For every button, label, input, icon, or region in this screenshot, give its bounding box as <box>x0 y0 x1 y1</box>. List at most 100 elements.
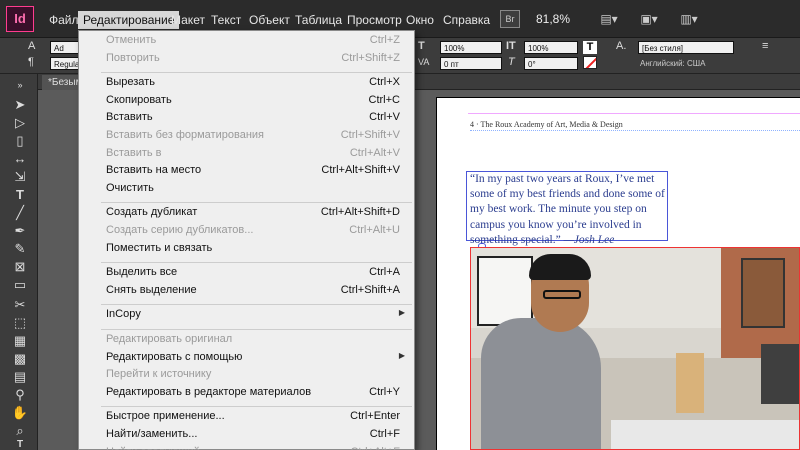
menu-item-label: Перейти к источнику <box>106 368 212 381</box>
menu-type[interactable]: Текст <box>206 11 246 29</box>
menu-item-label: Редактировать с помощью <box>106 350 243 363</box>
edit-menu-item[interactable]: Вырезать Ctrl+X <box>79 75 414 92</box>
edit-menu-item: Отменить Ctrl+Z <box>79 33 414 50</box>
menu-separator <box>101 329 412 330</box>
menu-item-label: Найти/заменить... <box>106 428 198 440</box>
paragraph-style-icon: A. <box>616 40 627 52</box>
photo-desk <box>611 420 799 449</box>
rectangle-frame-icon[interactable]: ⊠ <box>10 258 30 276</box>
edit-menu-item: Редактировать оригинал <box>79 332 414 349</box>
menu-table[interactable]: Таблица <box>290 11 347 29</box>
stroke-none-swatch[interactable] <box>583 56 597 69</box>
edit-menu-item[interactable]: Редактировать с помощью ▶ <box>79 350 414 367</box>
hand-tool-icon[interactable]: ✋ <box>10 404 30 422</box>
running-head[interactable]: 4 · The Roux Academy of Art, Media & Des… <box>470 119 800 131</box>
content-collector-icon[interactable]: ⇲ <box>10 168 30 186</box>
edit-menu-item[interactable]: Создать дубликат Ctrl+Alt+Shift+D <box>79 205 414 222</box>
menu-item-label: Снять выделение <box>106 283 197 296</box>
menu-item-label: Отменить <box>106 34 157 46</box>
tracking-field[interactable]: 0 пт <box>440 57 502 70</box>
menu-item-label: Быстрое применение... <box>106 410 225 423</box>
fill-stroke-icon[interactable]: T <box>10 436 30 450</box>
menu-help[interactable]: Справка <box>438 11 495 29</box>
menu-object[interactable]: Объект <box>244 11 295 29</box>
photo-wall-window <box>741 258 785 328</box>
character-mode-icon[interactable]: A <box>28 39 35 53</box>
type-tool-icon[interactable]: T <box>10 186 30 204</box>
edit-menu-item[interactable]: Вставить Ctrl+V <box>79 110 414 127</box>
menu-item-label: Поместить и связать <box>106 241 213 254</box>
tracking-icon: VA <box>418 57 430 67</box>
edit-menu-item[interactable]: Редактировать в редакторе материалов Ctrl… <box>79 385 414 402</box>
view-options-icon[interactable]: ▤▾ <box>596 10 622 28</box>
horizontal-scale-icon: T <box>418 40 425 52</box>
pen-tool-icon[interactable]: ✒ <box>10 222 30 240</box>
line-tool-icon[interactable]: ╱ <box>10 204 30 222</box>
paragraph-mode-icon[interactable]: ¶ <box>28 55 34 69</box>
edit-menu-item[interactable]: Быстрое применение... Ctrl+Enter <box>79 409 414 426</box>
menu-item-shortcut: Ctrl+Alt+Shift+V <box>321 164 400 177</box>
photo-monitor <box>761 344 799 404</box>
language-field[interactable]: Английский: США <box>640 57 736 70</box>
photo-frame[interactable] <box>470 247 800 450</box>
menu-item-shortcut: Ctrl+Alt+U <box>349 224 400 236</box>
direct-selection-icon[interactable]: ▷ <box>10 114 30 132</box>
menu-item-shortcut: Ctrl+Shift+A <box>340 283 400 296</box>
edit-menu-item[interactable]: Найти/заменить... Ctrl+F <box>79 427 414 444</box>
scissors-icon[interactable]: ✂ <box>10 296 30 314</box>
menu-item-label: Вставить на место <box>106 164 202 177</box>
page-tool-icon[interactable]: ▯ <box>10 132 30 150</box>
edit-menu-item: Найти следующий Ctrl+Alt+F <box>79 445 414 450</box>
horizontal-scale-field[interactable]: 100% <box>440 41 502 54</box>
edit-menu-item: Создать серию дубликатов... Ctrl+Alt+U <box>79 223 414 240</box>
font-family-field[interactable]: Ad <box>50 41 80 54</box>
character-style-icon: ≡ <box>762 40 769 52</box>
menu-item-label: Очистить <box>106 181 154 194</box>
edit-menu-item[interactable]: InCopy ▶ <box>79 307 414 324</box>
edit-menu-item[interactable]: Скопировать Ctrl+C <box>79 93 414 110</box>
vertical-scale-field[interactable]: 100% <box>524 41 578 54</box>
bridge-button[interactable]: Br <box>500 10 520 28</box>
screen-mode-icon[interactable]: ▣▾ <box>636 10 662 28</box>
edit-menu-item[interactable]: Очистить <box>79 181 414 198</box>
menu-item-shortcut: Ctrl+Shift+Z <box>341 51 400 64</box>
font-style-field[interactable]: Regular <box>50 57 82 70</box>
edit-menu-item[interactable]: Вставить на место Ctrl+Alt+Shift+V <box>79 163 414 180</box>
edit-menu-item[interactable]: Поместить и связать <box>79 241 414 258</box>
menu-item-shortcut: Ctrl+X <box>369 76 400 89</box>
menu-separator <box>101 202 412 204</box>
menu-view[interactable]: Просмотр <box>342 11 407 29</box>
photo-glasses <box>543 290 581 299</box>
indesign-window: Id Файл Редактирование Макет Текст Объек… <box>0 0 800 450</box>
menu-layout[interactable]: Макет <box>166 11 210 29</box>
note-tool-icon[interactable]: ▤ <box>10 368 30 386</box>
submenu-arrow-icon: ▶ <box>398 308 405 318</box>
menu-item-label: Вставить без форматирования <box>106 129 264 141</box>
edit-menu-item[interactable]: Снять выделение Ctrl+Shift+A <box>79 283 414 300</box>
gap-tool-icon[interactable]: ↔ <box>10 150 30 168</box>
zoom-level[interactable]: 81,8% <box>536 10 594 28</box>
free-transform-icon[interactable]: ⬚ <box>10 314 30 332</box>
menu-item-label: Вырезать <box>106 76 155 89</box>
menu-item-shortcut: Ctrl+Alt+Shift+D <box>320 206 400 219</box>
text-fill-icon[interactable]: T <box>583 41 597 54</box>
pull-quote[interactable]: “In my past two years at Roux, I’ve met … <box>470 172 666 248</box>
menu-item-label: InCopy <box>106 308 141 321</box>
edit-menu-item[interactable]: Выделить все Ctrl+A <box>79 265 414 282</box>
paragraph-style-field[interactable]: [Без стиля] <box>638 41 734 54</box>
margin-guide <box>468 113 800 114</box>
edit-menu-item: Вставить без форматирования Ctrl+Shift+V <box>79 128 414 145</box>
panel-collapse-icon[interactable]: » <box>10 76 30 94</box>
rectangle-tool-icon[interactable]: ▭ <box>10 276 30 294</box>
menu-item-label: Вставить <box>106 111 153 124</box>
pencil-tool-icon[interactable]: ✎ <box>10 240 30 258</box>
skew-field[interactable]: 0° <box>524 57 578 70</box>
menu-window[interactable]: Окно <box>401 11 439 29</box>
eyedropper-icon[interactable]: ⚲ <box>10 386 30 404</box>
arrange-documents-icon[interactable]: ▥▾ <box>676 10 702 28</box>
selection-icon[interactable]: ➤ <box>10 96 30 114</box>
menu-item-label: Создать серию дубликатов... <box>106 224 254 236</box>
menu-edit[interactable]: Редактирование <box>78 11 180 29</box>
gradient-swatch-icon[interactable]: ▦ <box>10 332 30 350</box>
gradient-feather-icon[interactable]: ▩ <box>10 350 30 368</box>
